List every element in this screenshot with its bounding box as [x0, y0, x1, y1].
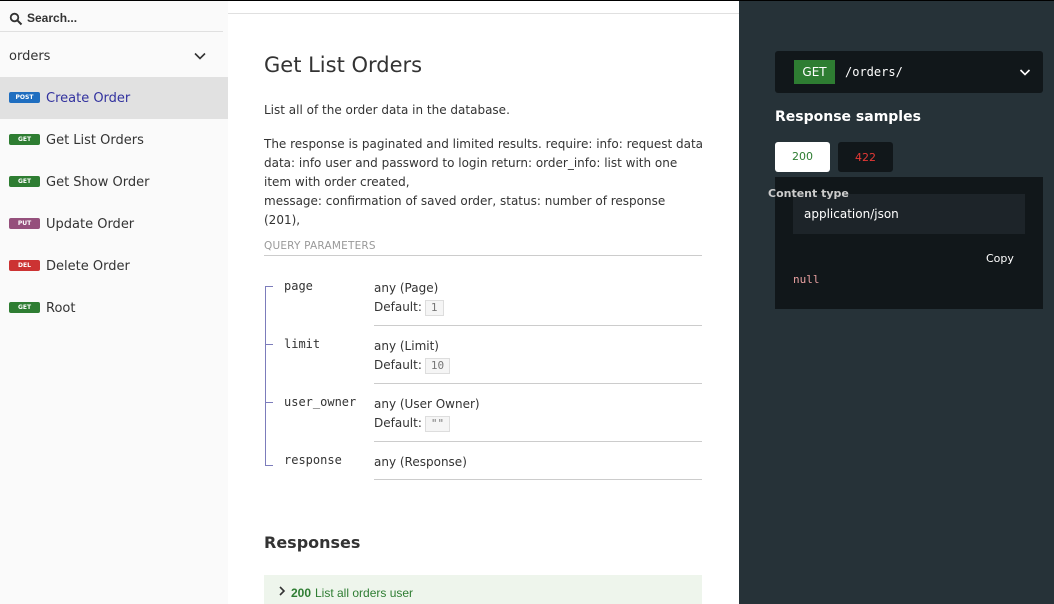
param-name: response [284, 453, 342, 467]
param-tree-tick [265, 402, 273, 403]
param-tree-line [265, 286, 266, 466]
search-input[interactable] [27, 8, 217, 28]
divider [264, 255, 702, 256]
search-bar [0, 5, 223, 32]
responses-heading: Responses [264, 533, 361, 552]
param-type: any (Page) [374, 281, 439, 295]
method-badge: GET [9, 302, 40, 313]
chevron-down-icon [194, 52, 206, 60]
param-name: limit [284, 337, 321, 351]
chevron-right-icon [279, 586, 286, 596]
sidebar-item-label: Delete Order [46, 259, 130, 274]
param-name: user_owner [284, 395, 357, 409]
endpoint-path: /orders/ [845, 65, 903, 79]
sidebar-item-label: Update Order [46, 217, 135, 232]
divider [374, 325, 702, 326]
method-badge: POST [9, 92, 40, 103]
group-label: orders [9, 48, 51, 64]
sidebar-item-label: Create Order [46, 91, 131, 106]
description-paragraph: message: confirmation of saved order, st… [264, 194, 666, 227]
chevron-down-icon [1019, 69, 1031, 76]
description-paragraph: The response is paginated and limited re… [264, 137, 704, 189]
group-orders[interactable]: orders [0, 36, 228, 76]
response-code: 200 [291, 586, 312, 600]
content-type-value: application/json [804, 207, 899, 221]
default-value: 10 [424, 358, 451, 374]
http-method-badge: GET [794, 60, 835, 84]
method-badge: GET [9, 176, 40, 187]
sidebar-item-get-list-orders[interactable]: GET Get List Orders [0, 119, 228, 161]
param-tree-tick [265, 344, 273, 345]
tab-200[interactable]: 200 [775, 142, 830, 172]
copy-button[interactable]: Copy [986, 252, 1014, 265]
sidebar-item-update-order[interactable]: PUT Update Order [0, 203, 228, 245]
sample-value: null [793, 273, 820, 286]
sidebar-item-create-order[interactable]: POST Create Order [0, 77, 228, 119]
method-badge: PUT [9, 218, 40, 229]
page-title: Get List Orders [264, 53, 423, 77]
tab-422[interactable]: 422 [838, 142, 893, 172]
response-200-toggle[interactable]: 200 List all orders user [264, 575, 702, 604]
divider [228, 13, 739, 14]
sidebar-item-label: Root [46, 301, 76, 316]
default-value: "" [424, 416, 451, 432]
endpoint-dropdown[interactable]: GET /orders/ [775, 51, 1043, 93]
response-label: List all orders user [315, 586, 414, 600]
sidebar-item-label: Get List Orders [46, 133, 144, 148]
divider [374, 383, 702, 384]
main-content: Get List Orders List all of the order da… [228, 0, 739, 604]
default-label: Default: [374, 358, 422, 372]
description: List all of the order data in the databa… [264, 103, 510, 117]
description-detail: The response is paginated and limited re… [264, 135, 704, 230]
default-value: 1 [424, 300, 444, 316]
query-parameters-heading: QUERY PARAMETERS [264, 240, 376, 252]
sidebar-item-get-show-order[interactable]: GET Get Show Order [0, 161, 228, 203]
default-label: Default: [374, 416, 422, 430]
sidebar-item-delete-order[interactable]: DEL Delete Order [0, 245, 228, 287]
method-badge: GET [9, 134, 40, 145]
param-tree-tick [265, 465, 273, 466]
content-type-label: Content type [768, 187, 849, 200]
response-samples-heading: Response samples [775, 109, 921, 125]
param-default: Default: "" [374, 416, 451, 432]
divider [374, 441, 702, 442]
method-badge: DEL [9, 260, 40, 271]
right-panel: GET /orders/ Response samples 200 422 Co… [739, 0, 1054, 604]
param-default: Default: 10 [374, 358, 451, 374]
param-name: page [284, 279, 313, 293]
sidebar-item-root[interactable]: GET Root [0, 287, 228, 329]
search-icon [9, 12, 23, 26]
sidebar-item-label: Get Show Order [46, 175, 150, 190]
default-label: Default: [374, 300, 422, 314]
param-type: any (Response) [374, 455, 467, 469]
param-default: Default: 1 [374, 300, 444, 316]
param-type: any (User Owner) [374, 397, 480, 411]
divider [374, 479, 702, 480]
param-type: any (Limit) [374, 339, 439, 353]
param-tree-tick [265, 286, 273, 287]
sidebar: orders POST Create Order GET Get List Or… [0, 0, 228, 604]
